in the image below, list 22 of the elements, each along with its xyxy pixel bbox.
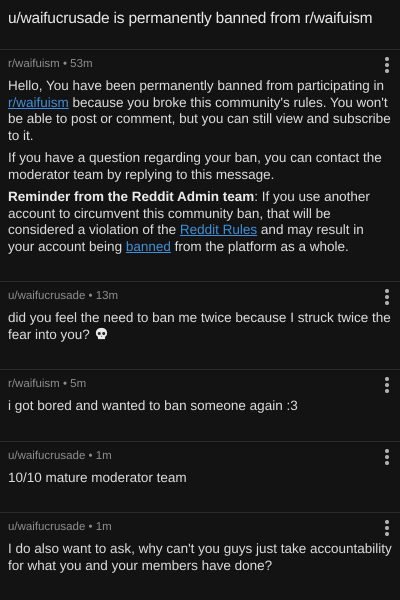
message-meta: u/waifucrusade • 1m	[8, 520, 112, 533]
skull-icon	[94, 326, 109, 340]
thread-title: u/waifucrusade is permanently banned from r/waifuism	[7, 9, 374, 29]
message-text: Hello, You have been permanently banned from participating in r/waifuism because you broke this community's rules. You won't be able to post or comment, but you can still view and subscribe to it.	[8, 78, 392, 144]
link[interactable]: r/waifuism	[8, 94, 69, 110]
more-options-icon[interactable]	[384, 519, 390, 537]
message-text: i got bored and wanted to ban someone again :3	[8, 398, 299, 414]
message-meta: r/waifuism • 53m	[8, 57, 93, 70]
link[interactable]: Reddit Rules	[180, 222, 258, 237]
message-text: I do also want to ask, why can't you guys just take accountability for what you and your members have done?	[8, 541, 392, 574]
message-text: If you have a question regarding your ban, you can contact the moderator team by replying to this message.	[8, 150, 383, 183]
message-text: did you feel the need to ban me twice because I struck twice the fear into you?	[8, 310, 392, 343]
message-meta: u/waifucrusade • 13m	[8, 289, 118, 302]
message-text: 10/10 mature moderator team	[8, 470, 188, 486]
more-options-icon[interactable]	[384, 56, 390, 74]
more-options-icon[interactable]	[384, 448, 390, 466]
link[interactable]: banned	[126, 238, 171, 254]
message-text: Reminder from the Reddit Admin team: If you use another account to circumvent this community ban, that will be considered a violation of the Reddit Rules and may result in your account being banned from the platform as a whole.	[8, 189, 371, 255]
more-options-icon[interactable]	[384, 288, 390, 306]
more-options-icon[interactable]	[384, 376, 390, 394]
message-meta: r/waifuism • 5m	[8, 377, 86, 390]
message-meta: u/waifucrusade • 1m	[8, 448, 112, 462]
